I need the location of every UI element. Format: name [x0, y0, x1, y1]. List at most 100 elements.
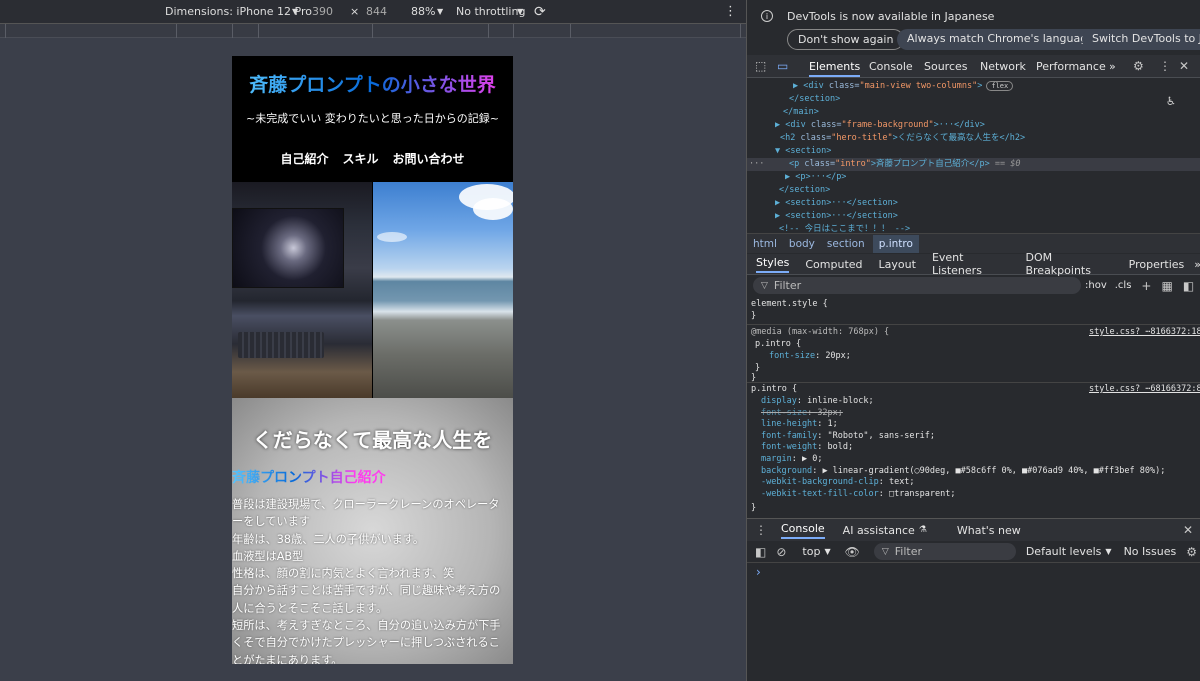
tab-properties[interactable]: Properties — [1129, 258, 1185, 271]
context-dropdown[interactable]: top — [802, 545, 820, 558]
device-toggle-icon[interactable]: ▭ — [777, 59, 788, 73]
zoom-dropdown[interactable]: 88% — [411, 5, 435, 18]
breadcrumb-item[interactable]: html — [753, 238, 777, 250]
devtools-panel: i DevTools is now available in Japanese … — [746, 0, 1200, 681]
dom-node[interactable]: </main> — [747, 106, 1200, 119]
css-property[interactable]: line-height: 1; — [761, 418, 838, 430]
height-input[interactable]: 844 — [366, 5, 387, 18]
filter-icon: ▽ — [881, 546, 889, 557]
sidebar-toggle-icon[interactable]: ◧ — [1183, 279, 1194, 293]
bio-line: 人に合うとそこそこ話します。 — [232, 601, 388, 615]
console-toolbar: ◧ ⊘ top ▼ 👁 ▽ Filter Default levels ▼ No… — [747, 541, 1200, 563]
css-property[interactable]: font-weight: bold; — [761, 441, 853, 453]
dimensions-dropdown[interactable]: Dimensions: iPhone 12 Pro — [165, 5, 312, 18]
drawer-tab-ai[interactable]: AI assistance — [843, 524, 915, 537]
tab-styles[interactable]: Styles — [756, 256, 790, 273]
site-nav: 自己紹介 スキル お問い合わせ — [232, 150, 513, 167]
match-language-button[interactable]: Always match Chrome's language — [897, 29, 1104, 50]
times-icon: × — [350, 5, 360, 18]
cls-toggle[interactable]: .cls — [1115, 280, 1132, 291]
tab-elements[interactable]: Elements — [809, 60, 861, 77]
tab-event-listeners[interactable]: Event Listeners — [932, 251, 1010, 277]
hero-title: くだらなくて最高な人生を — [252, 428, 493, 452]
css-property[interactable]: -webkit-background-clip: text; — [761, 476, 915, 488]
bio-line: 年齢は、38歳、二人の子供がいます。 — [232, 532, 425, 546]
source-link[interactable]: style.css?_⋯68166372:80 — [1089, 383, 1200, 395]
inspect-element-icon[interactable]: ⬚ — [755, 59, 766, 73]
new-rule-icon[interactable]: + — [1141, 279, 1151, 293]
dom-node[interactable]: ▶ <section>···</section> — [747, 210, 1200, 223]
dom-node[interactable]: <!-- 今日はここまで！！！ --> — [747, 223, 1200, 233]
element-style-rule: element.style { — [751, 299, 828, 309]
tab-performance[interactable]: Performance — [1036, 60, 1106, 73]
dom-tree: ♿ ▶ <div class="main-view two-columns"> f… — [747, 78, 1200, 233]
paint-icon[interactable]: ▦ — [1161, 279, 1172, 293]
drawer-tab-console[interactable]: Console — [781, 522, 825, 539]
dom-node[interactable]: ▶ <div class="main-view two-columns"> fle… — [747, 80, 1200, 93]
throttling-dropdown[interactable]: No throttling — [456, 5, 525, 18]
css-property[interactable]: display: inline-block; — [761, 395, 874, 407]
more-options-icon[interactable]: ⋮ — [1159, 59, 1171, 73]
issues-count[interactable]: No Issues — [1124, 545, 1177, 558]
breadcrumb: html body section p.intro — [747, 233, 1200, 253]
tab-console[interactable]: Console — [869, 60, 913, 73]
source-link[interactable]: style.css?_⋯8166372:186 — [1089, 326, 1200, 338]
settings-gear-icon[interactable]: ⚙ — [1133, 59, 1144, 73]
console-prompt[interactable]: › — [756, 565, 761, 579]
css-property[interactable]: font-size: 32px; — [761, 407, 843, 419]
dom-node-selected[interactable]: <p class="intro">斉藤プロンプト自己紹介</p> == $0 ··… — [747, 158, 1200, 171]
more-tabs-icon[interactable]: » — [1109, 60, 1116, 73]
breadcrumb-item-selected[interactable]: p.intro — [872, 234, 919, 253]
nav-link-skills[interactable]: スキル — [342, 150, 378, 167]
switch-language-button[interactable]: Switch DevTools to Jap — [1082, 29, 1200, 50]
language-infobar: i DevTools is now available in Japanese … — [747, 0, 1200, 55]
dom-node[interactable]: ▶ <p>···</p> — [747, 171, 1200, 184]
hov-toggle[interactable]: :hov — [1085, 280, 1107, 291]
nav-link-contact[interactable]: お問い合わせ — [393, 150, 465, 167]
live-expression-icon[interactable]: 👁 — [845, 545, 860, 559]
tab-computed[interactable]: Computed — [805, 258, 862, 271]
breadcrumb-item[interactable]: body — [789, 238, 815, 250]
flex-badge[interactable]: flex — [986, 81, 1014, 91]
tab-dom-breakpoints[interactable]: DOM Breakpoints — [1025, 251, 1112, 277]
breadcrumb-item[interactable]: section — [827, 238, 865, 250]
css-property[interactable]: -webkit-text-fill-color: □transparent; — [761, 488, 955, 500]
css-property[interactable]: font-family: "Roboto", sans-serif; — [761, 430, 935, 442]
close-drawer-icon[interactable]: ✕ — [1183, 523, 1193, 537]
bio-line: 性格は、顔の割に内気とよく言われます、笑 — [232, 567, 455, 581]
beach-photo — [373, 182, 513, 398]
dom-node[interactable]: ▶ <div class="frame-background">···</div… — [747, 119, 1200, 132]
drawer-menu-icon[interactable]: ⋮ — [755, 523, 767, 537]
tab-network[interactable]: Network — [980, 60, 1026, 73]
log-levels-dropdown[interactable]: Default levels — [1026, 545, 1102, 558]
close-icon[interactable]: ✕ — [1179, 59, 1189, 73]
dropdown-caret-icon: ▼ — [292, 7, 299, 16]
dom-node[interactable]: </section> — [747, 184, 1200, 197]
device-viewport-area: Dimensions: iPhone 12 Pro ▼ 390 × 844 88… — [0, 0, 746, 681]
dom-node[interactable]: ▼ <section> — [747, 145, 1200, 158]
dont-show-again-button[interactable]: Don't show again — [787, 29, 905, 50]
css-property[interactable]: background: ▶ linear-gradient(◯90deg, ■#… — [761, 465, 1165, 477]
more-tabs-icon[interactable]: » — [1194, 258, 1200, 271]
dom-node[interactable]: ▶ <section>···</section> — [747, 197, 1200, 210]
styles-filter-input[interactable]: ▽ Filter — [753, 277, 1081, 294]
site-subtitle: ~未完成でいい 変わりたいと思った日からの記録~ — [246, 112, 499, 125]
nav-link-about[interactable]: 自己紹介 — [280, 150, 328, 167]
device-frame: 斉藤プロンプトの小さな世界 ~未完成でいい 変わりたいと思った日からの記録~ 自… — [232, 56, 513, 664]
css-property[interactable]: margin: ▶ 0; — [761, 453, 822, 465]
more-options-icon[interactable]: ⋮ — [724, 4, 737, 19]
drawer-tab-whats-new[interactable]: What's new — [957, 524, 1021, 537]
desk-setup-photo — [232, 182, 372, 398]
width-input[interactable]: 390 — [312, 5, 333, 18]
rotate-icon[interactable]: ⟳ — [534, 4, 546, 20]
dom-node[interactable]: <h2 class="hero-title">くだらなくて最高な人生を</h2> — [747, 132, 1200, 145]
tab-sources[interactable]: Sources — [924, 60, 968, 73]
clear-console-icon[interactable]: ⊘ — [776, 545, 786, 559]
console-settings-icon[interactable]: ⚙ — [1186, 545, 1197, 559]
sidebar-toggle-icon[interactable]: ◧ — [755, 545, 766, 559]
dom-node[interactable]: </section> — [747, 93, 1200, 106]
css-property[interactable]: font-size: 20px; — [769, 350, 851, 362]
console-filter-input[interactable]: ▽ Filter — [873, 543, 1016, 560]
tab-layout[interactable]: Layout — [879, 258, 916, 271]
bio-line: 血液型はAB型 — [232, 549, 304, 563]
